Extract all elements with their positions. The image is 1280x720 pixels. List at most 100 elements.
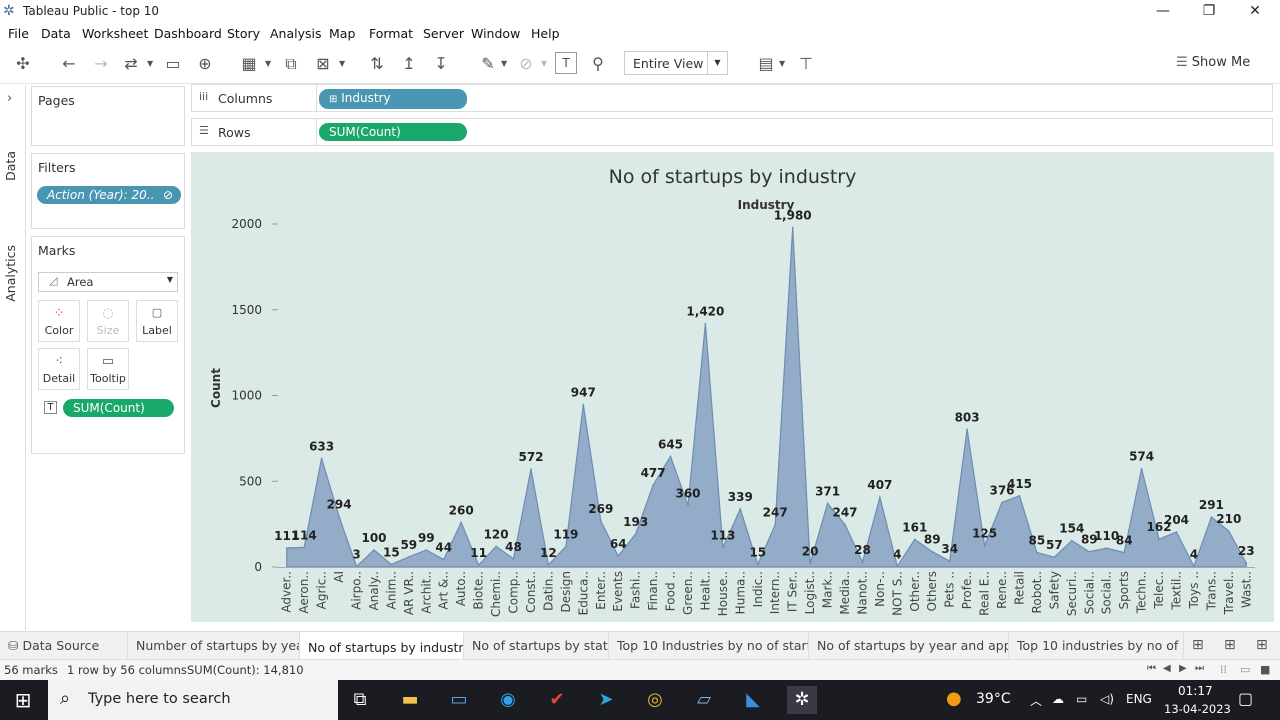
onedrive-icon[interactable]: ☁ xyxy=(1052,692,1064,706)
menu-dashboard[interactable]: Dashboard xyxy=(154,26,222,41)
chrome-icon[interactable]: ◎ xyxy=(640,686,670,714)
close-button[interactable]: ✕ xyxy=(1232,0,1278,24)
taskbar-search[interactable]: ⌕ Type here to search xyxy=(48,680,338,720)
menu-window[interactable]: Window xyxy=(471,26,520,41)
tab-sheet[interactable]: Number of startups by year xyxy=(128,632,300,660)
redo-icon[interactable]: → xyxy=(89,52,113,76)
group-dropdown-icon[interactable]: ▼ xyxy=(541,52,551,76)
highlight-icon[interactable]: ✎ xyxy=(476,52,500,76)
data-label: 20 xyxy=(802,545,819,559)
rows-label: Rows xyxy=(218,125,251,140)
tray-chevron-icon[interactable]: ︿ xyxy=(1030,692,1042,709)
grid-view-icon[interactable]: ⁞⁞ xyxy=(1220,663,1227,676)
group-icon[interactable]: ⊘ xyxy=(514,52,538,76)
tab-sheet[interactable]: Top 10 Industries by no of startu... xyxy=(609,632,809,660)
first-sheet-icon[interactable]: ⏮ xyxy=(1147,663,1156,674)
presentation-mode-icon[interactable]: ⊤ xyxy=(794,52,818,76)
app-v-icon[interactable]: ✔ xyxy=(542,686,572,714)
marks-sum-count-pill[interactable]: SUM(Count) xyxy=(63,399,174,417)
menu-format[interactable]: Format xyxy=(369,26,413,41)
next-sheet-icon[interactable]: ▶ xyxy=(1179,663,1187,674)
menu-map[interactable]: Map xyxy=(329,26,355,41)
industry-pill-label: Industry xyxy=(341,91,391,105)
cards-icon[interactable]: ▤ xyxy=(754,52,778,76)
edge-icon[interactable]: ◉ xyxy=(493,686,523,714)
highlight-dropdown-icon[interactable]: ▼ xyxy=(501,52,511,76)
prev-sheet-icon[interactable]: ◀ xyxy=(1163,663,1171,674)
weather-temp[interactable]: 39°C xyxy=(976,691,1011,707)
duplicate-icon[interactable]: ⧉ xyxy=(279,52,303,76)
tab-data-source[interactable]: ⛁ Data Source xyxy=(0,632,128,660)
clock-time[interactable]: 01:17 xyxy=(1178,684,1213,698)
clock-date[interactable]: 13-04-2023 xyxy=(1164,702,1231,716)
filter-pill-year[interactable]: Action (Year): 20.. ⊘ xyxy=(37,186,181,204)
mark-type-select[interactable]: ◿ Area ▼ xyxy=(38,272,178,292)
tooltip-icon: ▭ xyxy=(101,354,115,369)
filmstrip-icon[interactable]: ▭ xyxy=(1240,663,1250,676)
tab-analytics[interactable]: Analytics xyxy=(3,245,18,302)
menu-worksheet[interactable]: Worksheet xyxy=(82,26,148,41)
area-chart[interactable]: Count 0500100015002000 11111463329431001… xyxy=(191,152,1274,622)
sort-descending-icon[interactable]: ↧ xyxy=(429,52,453,76)
menu-file[interactable]: File xyxy=(8,26,29,41)
menu-server[interactable]: Server xyxy=(423,26,464,41)
fit-select[interactable]: Entire View ▼ xyxy=(624,51,728,75)
new-worksheet-tab-icon[interactable]: ⊞ xyxy=(1192,637,1204,653)
menu-analysis[interactable]: Analysis xyxy=(270,26,322,41)
network-icon[interactable]: ▭ xyxy=(1076,692,1087,706)
new-dashboard-tab-icon[interactable]: ⊞ xyxy=(1224,637,1236,653)
undo-icon[interactable]: ← xyxy=(57,52,81,76)
fix-axes-icon[interactable]: ⚲ xyxy=(586,52,610,76)
sum-count-pill[interactable]: SUM(Count) xyxy=(319,123,467,141)
chevron-down-icon: ▼ xyxy=(707,52,727,74)
label-button[interactable]: ▢ Label xyxy=(136,300,178,342)
swap-rows-columns-icon[interactable]: ⇅ xyxy=(365,52,389,76)
show-mark-labels-icon[interactable]: T xyxy=(555,52,577,74)
restore-button[interactable]: ❐ xyxy=(1186,0,1232,24)
vscode-icon[interactable]: ◣ xyxy=(738,686,768,714)
volume-icon[interactable]: ◁) xyxy=(1100,692,1114,706)
tabs-view-icon[interactable]: ■ xyxy=(1260,663,1270,676)
size-button[interactable]: ◌ Size xyxy=(87,300,129,342)
show-me-button[interactable]: ☰ Show Me xyxy=(1176,55,1250,70)
file-explorer-icon[interactable]: ▬ xyxy=(395,686,425,714)
menu-data[interactable]: Data xyxy=(41,26,71,41)
tab-sheet[interactable]: Top 10 industries by no of start xyxy=(1009,632,1184,660)
industry-pill[interactable]: ⊞ Industry xyxy=(319,89,467,109)
weather-icon: ● xyxy=(946,688,962,709)
tooltip-button[interactable]: ▭ Tooltip xyxy=(87,348,129,390)
telegram-icon[interactable]: ➤ xyxy=(591,686,621,714)
new-worksheet-dropdown-icon[interactable]: ▼ xyxy=(265,52,275,76)
language-indicator[interactable]: ENG xyxy=(1126,692,1152,706)
clear-sheet-icon[interactable]: ⊠ xyxy=(311,52,335,76)
laptop-app-icon[interactable]: ▭ xyxy=(444,686,474,714)
minimize-button[interactable]: — xyxy=(1140,0,1186,24)
task-view-icon[interactable]: ⧉ xyxy=(345,686,375,714)
cards-dropdown-icon[interactable]: ▼ xyxy=(779,52,789,76)
tableau-home-icon[interactable]: ✣ xyxy=(11,52,35,76)
new-data-source-icon[interactable]: ⊕ xyxy=(193,52,217,76)
windows-start-icon[interactable]: ⊞ xyxy=(8,686,38,714)
tab-sheet[interactable]: No of startups by state xyxy=(464,632,609,660)
new-worksheet-icon[interactable]: ▦ xyxy=(237,52,261,76)
save-icon[interactable]: ▭ xyxy=(161,52,185,76)
expand-chevron-icon[interactable]: › xyxy=(7,91,12,106)
menu-story[interactable]: Story xyxy=(227,26,260,41)
chart-pane: No of startups by industry Industry Coun… xyxy=(191,152,1274,622)
notifications-icon[interactable]: ▢ xyxy=(1238,689,1253,708)
notes-app-icon[interactable]: ▱ xyxy=(689,686,719,714)
tab-data[interactable]: Data xyxy=(3,151,18,181)
marks-pill-label: SUM(Count) xyxy=(73,401,145,415)
tableau-taskbar-icon[interactable]: ✲ xyxy=(787,686,817,714)
replay-dropdown-icon[interactable]: ▼ xyxy=(147,52,157,76)
new-story-tab-icon[interactable]: ⊞ xyxy=(1256,637,1268,653)
tab-sheet[interactable]: No of startups by year and apply... xyxy=(809,632,1009,660)
clear-dropdown-icon[interactable]: ▼ xyxy=(339,52,349,76)
detail-button[interactable]: ⁖ Detail xyxy=(38,348,80,390)
tab-sheet-active[interactable]: No of startups by industry xyxy=(300,632,464,660)
last-sheet-icon[interactable]: ⏭ xyxy=(1195,663,1204,674)
menu-help[interactable]: Help xyxy=(531,26,560,41)
replay-icon[interactable]: ⇄ xyxy=(119,52,143,76)
sort-ascending-icon[interactable]: ↥ xyxy=(397,52,421,76)
color-button[interactable]: ⁘ Color xyxy=(38,300,80,342)
